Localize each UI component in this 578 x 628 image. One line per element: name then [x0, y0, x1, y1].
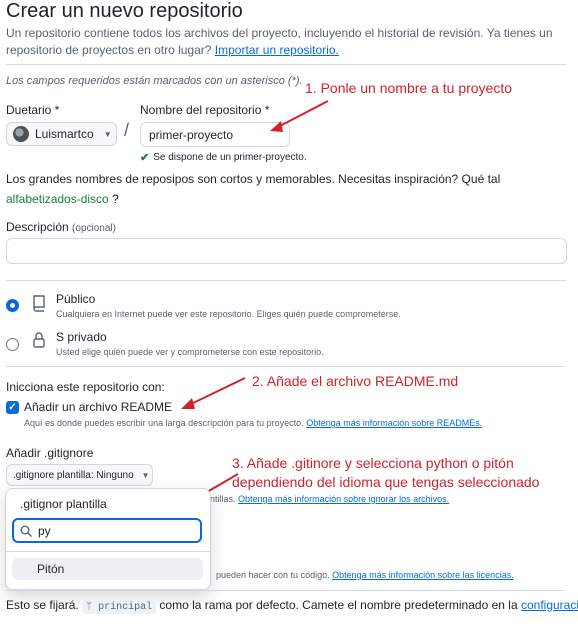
default-branch-note: Esto se fijará. ᛘ principal como la rama…: [6, 598, 578, 614]
annotation-arrow-2: [181, 377, 246, 409]
gitignore-option-python[interactable]: Pitón: [12, 558, 203, 580]
annotation-1: 1. Ponle un nombre a tu proyecto: [305, 80, 513, 96]
branch-name: principal: [98, 602, 153, 613]
gitignore-desc: ntillas. Obtenga más información sobre i…: [210, 494, 449, 504]
annotation-3-line2: dependiendo del idioma que tengas selecc…: [232, 474, 540, 490]
page-title: Crear un nuevo repositorio: [6, 0, 243, 22]
gitignore-filter-input[interactable]: py: [12, 518, 202, 543]
gitignore-template-popover: .gitignor plantilla py Pitón: [5, 488, 211, 590]
readme-checkbox[interactable]: ✓: [6, 401, 19, 414]
license-learn-more-link[interactable]: Obtenga más información sobre las licenc…: [332, 570, 514, 580]
readme-learn-more-link[interactable]: Obtenga más información sobre READMEs.: [306, 418, 482, 428]
owner-label: Duetario *: [6, 103, 60, 117]
license-desc: pueden hacer con tu código. Obtenga más …: [216, 570, 514, 580]
readme-desc: Aquí es donde puedes escribir una larga …: [24, 418, 482, 428]
avatar: [13, 126, 29, 142]
page-subtitle-line2: repositorio de proyectos en otro lugar? …: [6, 43, 339, 57]
lock-icon: [33, 332, 45, 348]
description-label-text: Descripción: [6, 220, 69, 234]
branch-badge: ᛘ principal: [82, 600, 157, 614]
annotation-arrow-1: [270, 100, 329, 132]
owner-select[interactable]: Luismartco ▼: [6, 122, 117, 146]
annotation-2: 2. Añade el archivo README.md: [252, 373, 459, 389]
owner-value: Luismartco: [35, 127, 94, 141]
branch-pre: Esto se fijará.: [6, 598, 79, 612]
filter-value: py: [38, 523, 51, 538]
optional-tag: (opcional): [72, 223, 116, 234]
visibility-private-title: S privado: [56, 330, 107, 344]
git-branch-icon: ᛘ: [86, 602, 93, 613]
gitignore-label: Añadir .gitignore: [6, 446, 94, 460]
popover-divider: [6, 551, 210, 552]
visibility-private-desc: Usted elige quién puede ver y compromete…: [56, 347, 324, 357]
repo-icon: [33, 295, 45, 312]
description-label: Descripción (opcional): [6, 220, 116, 234]
readme-desc-text: Aquí es donde puedes escribir una larga …: [24, 418, 304, 428]
visibility-public-radio[interactable]: [6, 299, 19, 312]
branch-post: como la rama por defecto. Camete el nomb…: [159, 598, 518, 612]
readme-label: Añadir un archivo README: [24, 400, 173, 414]
popover-title: .gitignor plantilla: [20, 497, 107, 511]
divider: [6, 64, 566, 65]
settings-link[interactable]: configuración: [521, 598, 578, 612]
subtitle-text: repositorio de proyectos en otro lugar?: [6, 43, 212, 57]
required-note: Los campos requeridos están marcados con…: [6, 75, 303, 87]
check-circle-icon: ✔: [140, 152, 150, 164]
import-repository-link[interactable]: Importar un repositorio.: [215, 43, 339, 57]
gitignore-template-select[interactable]: .gitignore plantilla: Ninguno ▼: [6, 464, 153, 486]
divider: [6, 366, 566, 367]
license-desc-text: pueden hacer con tu código.: [216, 570, 330, 580]
suggested-name-link[interactable]: alfabetizados-disco: [6, 192, 109, 206]
divider: [6, 280, 566, 281]
owner-repo-separator: /: [124, 120, 130, 140]
chevron-down-icon: ▼: [141, 470, 150, 480]
gitignore-learn-more-link[interactable]: Obtenga más información sobre ignorar lo…: [238, 494, 449, 504]
chevron-down-icon: ▼: [103, 129, 112, 139]
annotation-3-line1: 3. Añade .gitinore y selecciona python o…: [232, 455, 514, 471]
search-icon: [20, 525, 32, 537]
suggestion-end: ?: [112, 192, 119, 206]
availability-text: Se dispone de un primer-proyecto.: [153, 152, 307, 163]
page-subtitle: Un repositorio contiene todos los archiv…: [6, 26, 553, 40]
name-suggestion: Los grandes nombres de reposipos son cor…: [6, 172, 501, 186]
description-input[interactable]: [6, 238, 567, 264]
availability-message: ✔ Se dispone de un primer-proyecto.: [140, 151, 307, 164]
visibility-public-title: Público: [56, 292, 96, 306]
divider: [6, 590, 566, 591]
repo-name-label: Nombre del repositorio *: [140, 103, 270, 117]
init-heading: Inicciona este repositorio con:: [6, 380, 165, 394]
visibility-public-desc: Cualquiera en Internet puede ver este re…: [56, 309, 401, 319]
gitignore-select-value: .gitignore plantilla: Ninguno: [13, 469, 134, 481]
suggestion-line: alfabetizados-disco ?: [6, 192, 119, 206]
visibility-private-radio[interactable]: [6, 338, 19, 351]
